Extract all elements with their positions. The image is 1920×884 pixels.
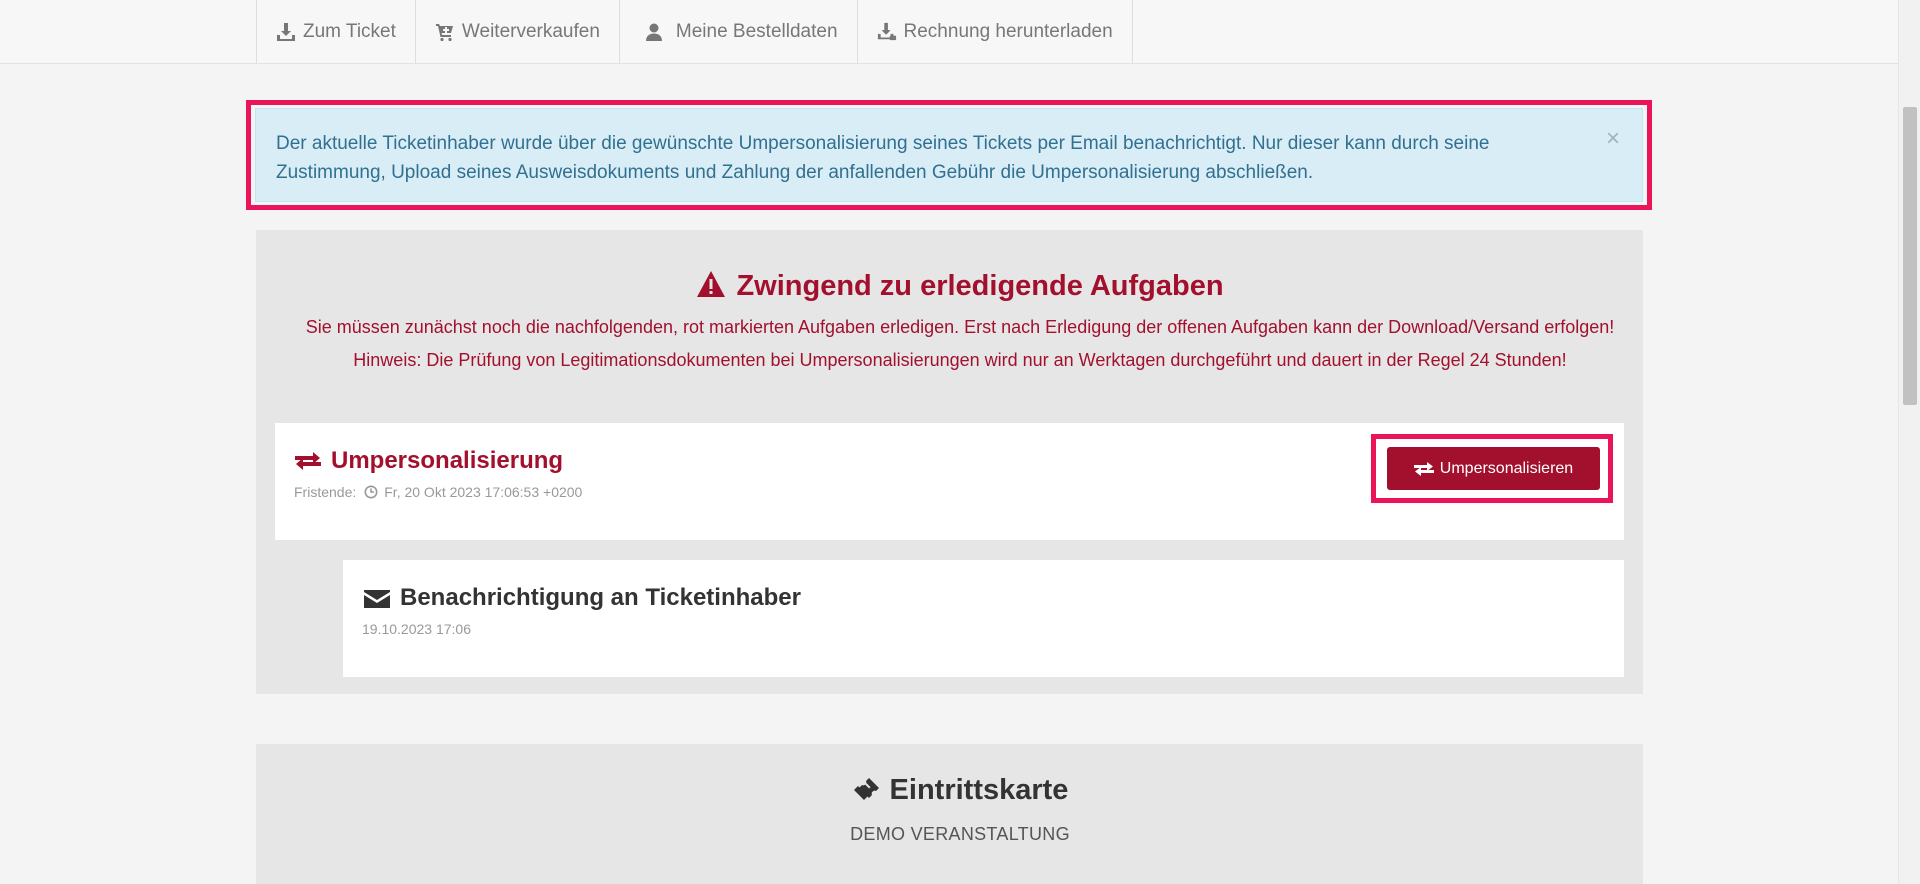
close-icon[interactable]: × [1606,127,1620,151]
notification-card-title: Benachrichtigung an Ticketinhaber [400,584,801,611]
nav-tabs: Zum Ticket Weiterverkaufen Meine Bestell… [256,0,1133,64]
nav-item-weiterverkaufen[interactable]: Weiterverkaufen [416,0,620,64]
alert-text: Der aktuelle Ticketinhaber wurde über di… [276,133,1490,183]
nav-item-rechnung[interactable]: Rechnung herunterladen [858,0,1133,64]
ticket-heading: Eintrittskarte [0,774,1920,810]
top-nav: Zum Ticket Weiterverkaufen Meine Bestell… [0,0,1898,64]
tasks-title: Zwingend zu erledigende Aufgaben [736,270,1224,302]
nav-item-bestelldaten[interactable]: Meine Bestelldaten [620,0,858,64]
download-icon [276,22,296,42]
task-card-deadline: Fristende: Fr, 20 Okt 2023 17:06:53 +020… [294,484,582,500]
ticket-icon [852,774,880,810]
nav-item-label: Meine Bestelldaten [675,21,838,42]
deadline-label: Fristende: [294,484,357,500]
ticket-title: Eintrittskarte [889,774,1069,806]
page-scrollbar[interactable] [1898,0,1920,884]
invoice-download-icon [877,22,897,42]
deadline-value: Fr, 20 Okt 2023 17:06:53 +0200 [384,484,583,500]
notification-date: 19.10.2023 17:06 [362,621,471,637]
ticket-panel [256,744,1643,884]
task-card-title: Umpersonalisierung [331,447,564,474]
event-name: DEMO VERANSTALTUNG [850,824,1070,844]
nav-item-label: Rechnung herunterladen [903,21,1113,42]
exchange-icon [295,451,321,471]
clock-icon [364,485,378,499]
warning-icon [696,270,726,306]
umpersonalisieren-button[interactable]: Umpersonalisieren [1387,447,1600,490]
user-icon [644,22,664,42]
exchange-icon [1413,461,1434,476]
task-card-benachrichtigung [343,560,1624,677]
task-card-heading: Umpersonalisierung [295,447,563,475]
cart-icon [435,22,455,42]
nav-item-label: Zum Ticket [303,21,396,42]
button-label: Umpersonalisieren [1439,459,1574,477]
tasks-line-2: Hinweis: Die Prüfung von Legitimationsdo… [353,350,1567,370]
nav-item-label: Weiterverkaufen [461,21,600,42]
tasks-heading: Zwingend zu erledigende Aufgaben [0,270,1920,306]
nav-item-zum-ticket[interactable]: Zum Ticket [257,0,416,64]
tasks-line-1: Sie müssen zunächst noch die nachfolgend… [305,317,1615,337]
notification-card-heading: Benachrichtigung an Ticketinhaber [364,584,801,612]
envelope-icon [364,588,390,608]
info-alert: Der aktuelle Ticketinhaber wurde über di… [255,108,1643,202]
